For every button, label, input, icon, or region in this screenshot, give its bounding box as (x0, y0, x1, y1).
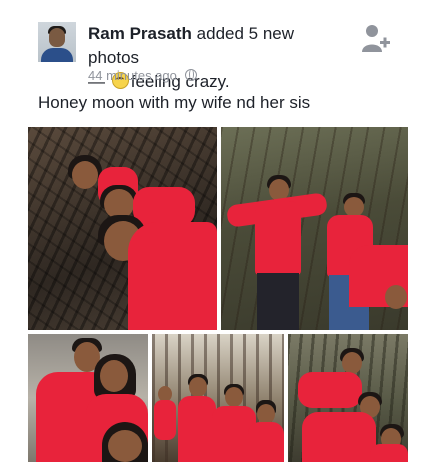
timestamp-link[interactable]: 44 minutes ago (88, 68, 177, 83)
post-caption: Honey moon with my wife nd her sis (38, 93, 311, 112)
globe-icon[interactable] (184, 69, 197, 81)
photo-3[interactable] (28, 334, 148, 462)
photo-5[interactable] (288, 334, 408, 462)
photo-4[interactable] (152, 334, 284, 462)
author-name-link[interactable]: Ram Prasath (88, 24, 192, 43)
add-friend-icon[interactable] (360, 22, 392, 56)
avatar[interactable] (38, 22, 76, 62)
photo-2[interactable] (221, 127, 408, 330)
post-meta: 44 minutes ago (88, 68, 197, 84)
facebook-post: Ram Prasath added 5 new photos — feeling… (0, 0, 432, 466)
photo-1[interactable] (28, 127, 217, 330)
